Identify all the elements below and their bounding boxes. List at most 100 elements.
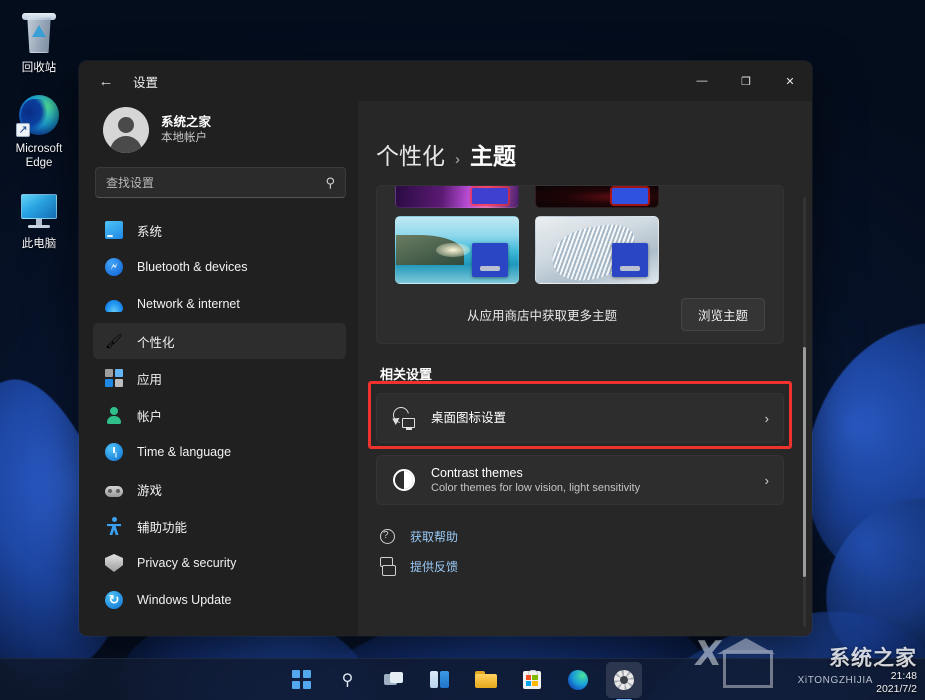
sidebar-item-label: Network & internet: [137, 297, 240, 311]
chevron-right-icon: ›: [765, 411, 769, 426]
close-button[interactable]: ✕: [768, 61, 812, 101]
desktop-icon-list: 回收站 ↗ Microsoft Edge 此电脑: [0, 6, 78, 263]
settings-window: ← 设置 — ❐ ✕ 系统之家 本地帐户: [79, 61, 812, 636]
edge-icon: ↗: [16, 93, 62, 139]
contrast-themes-row[interactable]: Contrast themes Color themes for low vis…: [376, 455, 784, 505]
sidebar-item-system[interactable]: 系统: [93, 212, 346, 248]
breadcrumb: 个性化 › 主题: [358, 101, 812, 179]
breadcrumb-separator: ›: [455, 151, 460, 168]
search-button[interactable]: ⚲: [330, 662, 366, 698]
back-arrow-icon[interactable]: ←: [91, 67, 121, 95]
sidebar-item-gaming[interactable]: 游戏: [93, 471, 346, 507]
user-avatar-icon: [103, 107, 149, 153]
theme-thumb-dark[interactable]: [535, 186, 659, 208]
sidebar-item-time-language[interactable]: Time & language: [93, 434, 346, 470]
content-pane: 个性化 › 主题 从应用商店中获取更多主题: [358, 101, 812, 636]
accounts-icon: [105, 406, 123, 424]
minimize-button[interactable]: —: [680, 61, 724, 101]
theme-thumb-purple[interactable]: [395, 186, 519, 208]
browse-themes-button[interactable]: 浏览主题: [681, 298, 765, 331]
desktop-icon-edge[interactable]: ↗ Microsoft Edge: [0, 87, 78, 174]
sidebar-item-label: 帐户: [137, 406, 162, 425]
sidebar-nav: 系统 Bluetooth & devices Network & interne…: [93, 212, 350, 636]
window-titlebar: ← 设置 — ❐ ✕: [79, 61, 812, 101]
row-title: Contrast themes: [431, 465, 749, 481]
help-link-label: 获取帮助: [410, 528, 458, 545]
edge-icon: [568, 670, 588, 690]
sidebar-item-accounts[interactable]: 帐户: [93, 397, 346, 433]
help-icon: [380, 527, 398, 545]
sidebar-item-label: 个性化: [137, 332, 175, 351]
desktop: 回收站 ↗ Microsoft Edge 此电脑 ← 设置 — ❐ ✕: [0, 0, 925, 700]
related-settings-title: 相关设置: [380, 364, 784, 383]
start-button[interactable]: [284, 662, 320, 698]
task-view-button[interactable]: [376, 662, 412, 698]
store-themes-label: 从应用商店中获取更多主题: [395, 305, 617, 324]
update-icon: [105, 591, 123, 609]
scrollbar-thumb[interactable]: [803, 347, 806, 577]
bluetooth-icon: [105, 258, 123, 276]
search-box[interactable]: ⚲: [95, 167, 346, 198]
theme-thumb-bloom-light[interactable]: [535, 216, 659, 284]
sidebar-item-label: Time & language: [137, 445, 231, 459]
gear-icon: [614, 670, 634, 690]
sidebar-item-bluetooth-devices[interactable]: Bluetooth & devices: [93, 249, 346, 285]
sidebar-item-label: 系统: [137, 221, 162, 240]
sidebar-item-accessibility[interactable]: 辅助功能: [93, 508, 346, 544]
accessibility-icon: [105, 517, 123, 535]
content-scrollbar[interactable]: [803, 197, 806, 627]
sidebar-item-network-internet[interactable]: Network & internet: [93, 286, 346, 322]
content-scroll-area: 从应用商店中获取更多主题 浏览主题 相关设置 桌面图标设置: [358, 185, 812, 636]
maximize-button[interactable]: ❐: [724, 61, 768, 101]
task-view-icon: [384, 672, 404, 687]
give-feedback-link[interactable]: 提供反馈: [380, 551, 784, 581]
recycle-bin-icon: [16, 12, 62, 58]
account-name: 系统之家: [161, 114, 211, 130]
row-title: 桌面图标设置: [431, 410, 749, 426]
sidebar-item-label: Privacy & security: [137, 556, 236, 570]
this-pc-icon: [16, 188, 62, 234]
account-block[interactable]: 系统之家 本地帐户: [93, 101, 350, 167]
sidebar-item-label: Windows Update: [137, 593, 232, 607]
search-icon: ⚲: [342, 670, 354, 690]
desktop-icon-label: 回收站: [22, 61, 57, 75]
window-title: 设置: [133, 72, 158, 91]
themes-card: 从应用商店中获取更多主题 浏览主题: [376, 185, 784, 344]
breadcrumb-parent[interactable]: 个性化: [376, 137, 445, 171]
row-subtitle: Color themes for low vision, light sensi…: [431, 481, 749, 496]
personalization-icon: [105, 332, 123, 350]
theme-thumb-beach[interactable]: [395, 216, 519, 284]
desktop-icon-settings-icon: [393, 407, 415, 429]
desktop-icon-settings-row[interactable]: 桌面图标设置 ›: [376, 393, 784, 443]
desktop-icon-label: 此电脑: [22, 237, 57, 251]
system-icon: [105, 221, 123, 239]
sidebar-item-label: 应用: [137, 369, 162, 388]
account-subtitle: 本地帐户: [161, 130, 211, 146]
desktop-icon-label: Microsoft Edge: [2, 142, 76, 170]
sidebar-item-personalization[interactable]: 个性化: [93, 323, 346, 359]
sidebar: 系统之家 本地帐户 ⚲ 系统 Bluetooth & devices: [79, 101, 358, 636]
sidebar-item-label: Bluetooth & devices: [137, 260, 248, 274]
taskbar-clock[interactable]: 21:48 2021/7/2: [876, 670, 917, 696]
desktop-icon-this-pc[interactable]: 此电脑: [0, 182, 78, 255]
sidebar-item-label: 辅助功能: [137, 517, 187, 536]
folder-icon: [475, 671, 497, 688]
help-link-label: 提供反馈: [410, 558, 458, 575]
help-links: 获取帮助 提供反馈: [376, 521, 784, 581]
sidebar-item-apps[interactable]: 应用: [93, 360, 346, 396]
apps-icon: [105, 369, 123, 387]
file-explorer-button[interactable]: [468, 662, 504, 698]
settings-button[interactable]: [606, 662, 642, 698]
desktop-icon-recycle-bin[interactable]: 回收站: [0, 6, 78, 79]
edge-button[interactable]: [560, 662, 596, 698]
clock-time: 21:48: [876, 670, 917, 683]
microsoft-store-button[interactable]: [514, 662, 550, 698]
get-help-link[interactable]: 获取帮助: [380, 521, 784, 551]
window-controls: — ❐ ✕: [680, 61, 812, 101]
windows-logo-icon: [292, 670, 311, 689]
sidebar-item-windows-update[interactable]: Windows Update: [93, 582, 346, 618]
widgets-button[interactable]: [422, 662, 458, 698]
clock-date: 2021/7/2: [876, 683, 917, 696]
sidebar-item-privacy-security[interactable]: Privacy & security: [93, 545, 346, 581]
search-input[interactable]: [106, 176, 319, 190]
